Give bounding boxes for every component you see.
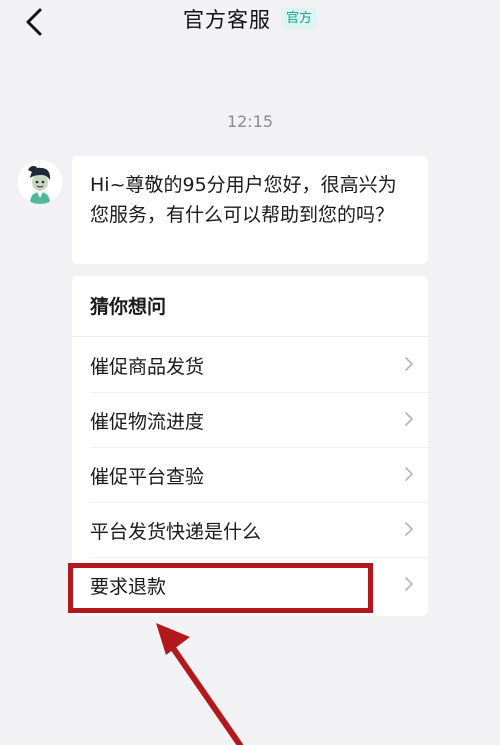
message-timestamp: 12:15 bbox=[226, 112, 274, 131]
title-group: 官方客服 官方 bbox=[0, 4, 500, 34]
faq-item-request-refund[interactable]: 要求退款 bbox=[72, 558, 428, 613]
page-title: 官方客服 bbox=[182, 8, 271, 32]
faq-item-label: 催促商品发货 bbox=[90, 356, 205, 378]
faq-item-urge-logistics[interactable]: 催促物流进度 bbox=[72, 393, 428, 448]
chat-message-bubble: Hi~尊敬的95分用户您好，很高兴为您服务，有什么可以帮助到您的吗？ bbox=[72, 156, 428, 264]
faq-item-label: 要求退款 bbox=[90, 576, 167, 598]
faq-item-label: 催促物流进度 bbox=[90, 411, 205, 433]
chevron-right-icon bbox=[405, 522, 413, 536]
customer-service-avatar-icon bbox=[18, 160, 62, 204]
faq-item-urge-inspection[interactable]: 催促平台查验 bbox=[72, 448, 428, 503]
faq-item-label: 催促平台查验 bbox=[90, 466, 205, 488]
top-nav-bar: 官方客服 官方 bbox=[0, 0, 500, 54]
service-avatar bbox=[18, 160, 62, 204]
faq-title: 猜你想问 bbox=[90, 296, 167, 318]
faq-card: 猜你想问 催促商品发货 催促物流进度 催促平台查验 平台发货快递是什么 要求退款 bbox=[72, 276, 428, 616]
arrow-up-left-icon bbox=[156, 623, 243, 745]
faq-item-shipping-courier[interactable]: 平台发货快递是什么 bbox=[72, 503, 428, 558]
divider bbox=[72, 336, 428, 337]
chevron-right-icon bbox=[405, 412, 413, 426]
faq-item-urge-shipping[interactable]: 催促商品发货 bbox=[72, 338, 428, 393]
chevron-right-icon bbox=[405, 577, 413, 591]
chevron-right-icon bbox=[405, 467, 413, 481]
chevron-right-icon bbox=[405, 357, 413, 371]
faq-item-label: 平台发货快递是什么 bbox=[90, 521, 262, 543]
official-badge: 官方 bbox=[280, 8, 317, 30]
